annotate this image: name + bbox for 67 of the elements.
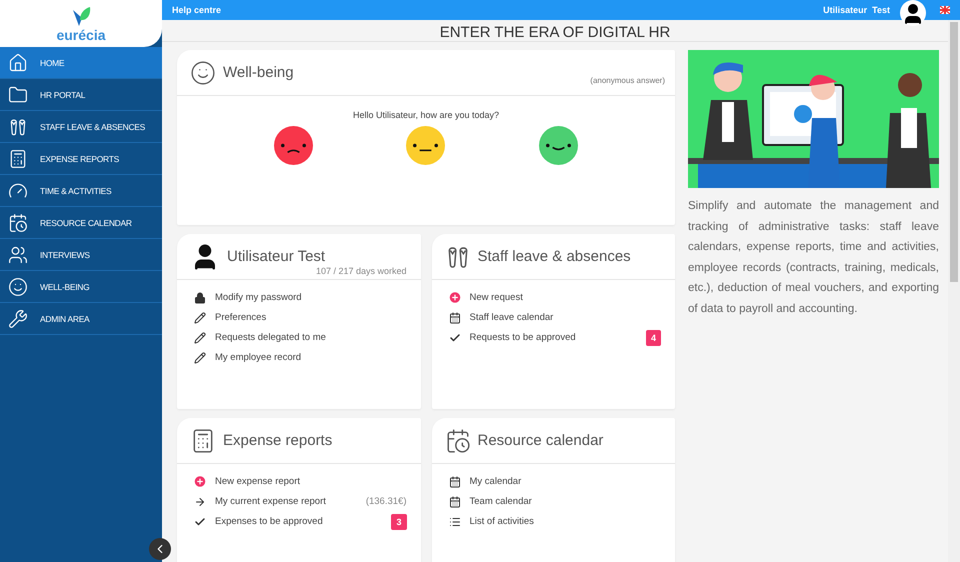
check-icon: [194, 516, 206, 528]
pencil-icon: [194, 312, 206, 324]
card-link[interactable]: New expense report: [215, 476, 406, 487]
calculator-icon: [8, 148, 28, 168]
sidebar-item[interactable]: STAFF LEAVE & ABSENCES: [0, 111, 162, 143]
card-title: Well-being: [223, 64, 294, 81]
card-link[interactable]: Requests to be approved: [470, 332, 638, 343]
sad-face-icon[interactable]: [274, 126, 313, 165]
smiley-icon: [190, 60, 216, 86]
card-link[interactable]: Requests delegated to me: [215, 332, 406, 343]
sidebar-item[interactable]: WELL-BEING: [0, 271, 162, 303]
amount: (136.31€): [366, 496, 406, 507]
card-link[interactable]: New request: [470, 292, 661, 303]
add-icon: [448, 290, 462, 305]
avatar-icon[interactable]: [900, 0, 926, 26]
card-link[interactable]: List of activities: [470, 516, 661, 527]
count-badge: 3: [391, 514, 406, 530]
card-link[interactable]: My employee record: [215, 352, 406, 363]
flag-icon[interactable]: [940, 6, 950, 14]
collapse-button[interactable]: [149, 538, 171, 560]
card-link[interactable]: My calendar: [470, 476, 661, 487]
card-title: Utilisateur Test: [227, 248, 326, 265]
card-link[interactable]: Expenses to be approved: [215, 516, 384, 527]
wellbeing-question: Hello Utilisateur, how are you today?: [352, 110, 500, 120]
days-worked: 107 / 217 days worked: [316, 266, 406, 276]
calendar-icon: [444, 428, 470, 454]
sidebar-item[interactable]: TIME & ACTIVITIES: [0, 175, 162, 207]
card-link[interactable]: Team calendar: [470, 496, 661, 507]
arrow-right-icon: [194, 496, 206, 508]
card-link[interactable]: Staff leave calendar: [470, 312, 661, 323]
add-icon: [193, 474, 207, 489]
card-title: Staff leave & absences: [478, 248, 631, 265]
logo-text: eurécia: [56, 28, 106, 42]
lock-icon: [194, 292, 206, 304]
scrollbar[interactable]: [948, 20, 960, 562]
sidebar-item[interactable]: INTERVIEWS: [0, 239, 162, 271]
flip-flops-icon: [8, 116, 28, 136]
calendar-icon: [448, 476, 460, 488]
card-title: Resource calendar: [478, 432, 604, 449]
calendar-icon: [448, 312, 460, 324]
calendar-icon: [8, 212, 28, 232]
page-title: ENTER THE ERA OF DIGITAL HR: [162, 20, 948, 42]
pencil-icon: [194, 352, 206, 364]
card-title: Expense reports: [223, 432, 332, 449]
calendar-icon: [448, 496, 460, 508]
card-link[interactable]: Preferences: [215, 312, 406, 323]
people-icon: [8, 244, 28, 264]
sidebar-item[interactable]: RESOURCE CALENDAR: [0, 207, 162, 239]
folder-icon: [8, 84, 28, 104]
count-badge: 4: [646, 330, 661, 346]
sidebar-item[interactable]: ADMIN AREA: [0, 303, 162, 335]
sidebar-item[interactable]: HR PORTAL: [0, 79, 162, 111]
pencil-icon: [194, 332, 206, 344]
card-link[interactable]: Modify my password: [215, 292, 406, 303]
anonymous-note: (anonymous answer): [590, 76, 665, 85]
check-icon: [448, 332, 460, 344]
sidebar-item[interactable]: HOME: [0, 47, 162, 79]
neutral-face-icon[interactable]: [406, 126, 446, 165]
user-name: Utilisateur Test: [823, 5, 890, 15]
card-link[interactable]: My current expense report: [215, 496, 358, 507]
sidebar-item[interactable]: EXPENSE REPORTS: [0, 143, 162, 175]
smiley-icon: [8, 276, 28, 296]
leaf-logo-icon: [70, 6, 92, 28]
happy-face-icon[interactable]: [539, 126, 578, 165]
wrench-icon: [8, 308, 28, 328]
promo-text: Simplify and automate the management and tracking of administrative tasks: staff leave calendars, expense reports, time and activities, employee records (contracts, training, medicals, etc.), deduction of meal vouchers, and exporting of data to payroll and accounting.: [688, 199, 939, 316]
home-icon: [8, 52, 28, 72]
